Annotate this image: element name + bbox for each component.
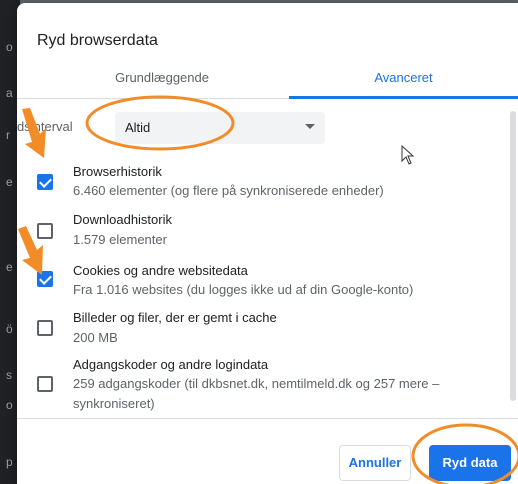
clear-browsing-data-dialog: Ryd browserdata Grundlæggende Avanceret … [17, 3, 518, 484]
option-description: 259 adgangskoder (til dkbsnet.dk, nemtil… [73, 376, 440, 411]
checkbox-browsing-history[interactable] [37, 174, 53, 190]
background-text: a [6, 86, 13, 100]
option-description: 6.460 elementer (og flere på synkroniser… [73, 183, 384, 198]
background-text: p [6, 455, 13, 469]
option-label: Downloadhistorik [73, 212, 172, 227]
background-text: e [6, 260, 13, 274]
background-text: o [6, 40, 13, 54]
option-label: Browserhistorik [73, 164, 162, 179]
tab-advanced[interactable]: Avanceret [289, 63, 518, 99]
checkbox-passwords[interactable] [37, 376, 53, 392]
option-label: Cookies og andre websitedata [73, 263, 248, 278]
dialog-title: Ryd browserdata [37, 32, 158, 49]
clear-data-button[interactable]: Ryd data [429, 445, 511, 481]
dropdown-arrow-icon [305, 124, 315, 129]
time-range-label: dsinterval [17, 119, 73, 134]
option-label: Adgangskoder og andre logindata [73, 357, 269, 372]
option-description: Fra 1.016 websites (du logges ikke ud af… [73, 282, 414, 297]
option-label: Billeder og filer, der er gemt i cache [73, 310, 277, 325]
background-text: ö [6, 322, 13, 336]
time-range-select[interactable]: Altid [115, 112, 325, 144]
footer-divider [17, 418, 518, 419]
checkbox-download-history[interactable] [37, 223, 53, 239]
background-text: e [6, 175, 13, 189]
checkbox-cookies[interactable] [37, 271, 53, 287]
options-scroll-area[interactable]: dsinterval Altid Browserhistorik 6.460 e… [17, 100, 518, 418]
option-description: 200 MB [73, 330, 118, 345]
tab-basic[interactable]: Grundlæggende [37, 63, 287, 99]
scrollbar[interactable] [510, 111, 516, 401]
checkbox-cached-images[interactable] [37, 320, 53, 336]
background-text: o [6, 398, 13, 412]
time-range-value: Altid [125, 120, 151, 135]
cancel-button[interactable]: Annuller [339, 445, 411, 481]
background-text: s [6, 368, 12, 382]
tab-selected-indicator [289, 96, 518, 99]
tab-bar: Grundlæggende Avanceret [17, 63, 518, 99]
option-description: 1.579 elementer [73, 232, 167, 247]
background-text: r [6, 128, 10, 142]
mouse-pointer-icon [401, 145, 415, 165]
